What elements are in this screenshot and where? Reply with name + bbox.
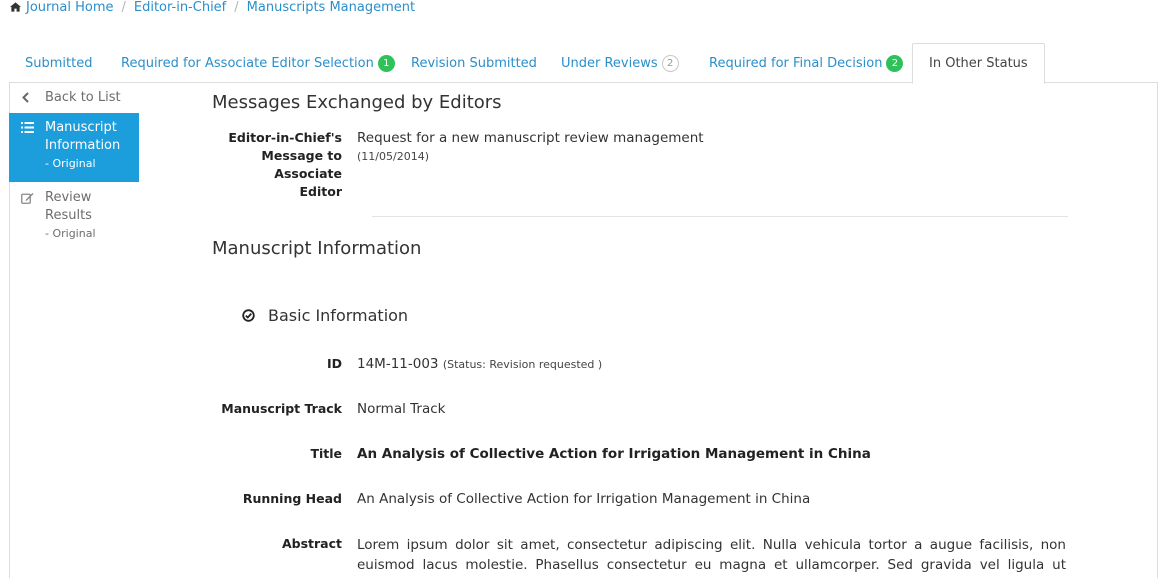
field-value: 14M-11-003 (Status: Revision requested ) — [357, 355, 602, 374]
field-label: Running Head — [242, 491, 342, 506]
tab-label: Under Reviews — [561, 55, 658, 71]
field-value: Lorem ipsum dolor sit amet, consectetur … — [357, 537, 1066, 578]
field-label: Editor-in-Chief's — [228, 130, 342, 145]
field-row-track: Manuscript Track Normal Track — [212, 400, 445, 418]
field-row-abstract: Abstract Lorem ipsum dolor sit amet, con… — [212, 535, 1066, 578]
editor-message-label: Editor-in-Chief's Message to Associate E… — [195, 129, 342, 201]
field-row-id: ID 14M-11-003 (Status: Revision requeste… — [212, 355, 602, 374]
manuscript-id: 14M-11-003 — [357, 356, 439, 372]
field-label: Abstract — [281, 536, 342, 551]
field-row-title: Title An Analysis of Collective Action f… — [212, 445, 871, 463]
tab-label: Submitted — [25, 55, 93, 71]
field-label: Manuscript Track — [221, 401, 342, 416]
main-content: Messages Exchanged by Editors Editor-in-… — [212, 92, 1072, 578]
breadcrumb-manuscripts-management[interactable]: Manuscripts Management — [247, 0, 415, 15]
sidebar-item-label: Review — [45, 190, 92, 205]
count-badge: 2 — [661, 54, 679, 72]
basic-information-heading: Basic Information — [242, 306, 408, 325]
messages-section-title: Messages Exchanged by Editors — [212, 92, 502, 113]
sidebar-item-sublabel: - Original — [45, 227, 96, 240]
sidebar-item-label: Manuscript — [45, 120, 117, 135]
message-text: Request for a new manuscript review mana… — [357, 130, 704, 146]
tab-required-final-decision[interactable]: Required for Final Decision 2 — [693, 43, 919, 83]
count-badge: 2 — [886, 54, 904, 72]
count-badge: 1 — [377, 54, 395, 72]
tab-label: Required for Final Decision — [709, 55, 883, 71]
field-label: ID — [326, 356, 342, 371]
sidebar-item-manuscript-information[interactable]: Manuscript Information - Original — [9, 113, 139, 182]
list-icon — [21, 119, 35, 177]
tab-revision-submitted[interactable]: Revision Submitted — [395, 43, 553, 83]
back-to-list-link[interactable]: Back to List — [9, 83, 139, 113]
editor-message-value: Request for a new manuscript review mana… — [357, 129, 704, 201]
tab-label: Required for Associate Editor Selection — [121, 55, 374, 71]
field-label: Title — [310, 446, 342, 461]
status-tabs: Submitted Required for Associate Editor … — [9, 43, 1158, 84]
basic-information-label: Basic Information — [268, 306, 409, 325]
side-nav: Back to List Manuscript Information - Or… — [9, 83, 139, 248]
editor-message-row: Editor-in-Chief's Message to Associate E… — [195, 129, 704, 201]
tab-under-reviews[interactable]: Under Reviews 2 — [545, 43, 695, 83]
breadcrumb-editor-in-chief[interactable]: Editor-in-Chief — [134, 0, 226, 15]
breadcrumb-journal-home[interactable]: Journal Home — [26, 0, 113, 15]
field-value: Normal Track — [357, 401, 446, 417]
field-value: An Analysis of Collective Action for Irr… — [357, 491, 811, 507]
field-label: Editor — [299, 184, 343, 199]
tab-in-other-status[interactable]: In Other Status — [912, 43, 1045, 84]
back-to-list-label: Back to List — [45, 90, 121, 105]
tab-label: In Other Status — [929, 56, 1028, 71]
manuscript-section-title: Manuscript Information — [212, 238, 422, 259]
manuscript-status: (Status: Revision requested ) — [442, 358, 603, 371]
field-label: Message to Associate — [261, 148, 342, 181]
field-row-running-head: Running Head An Analysis of Collective A… — [212, 490, 810, 508]
sidebar-item-label: Information — [45, 138, 121, 153]
section-divider — [372, 216, 1068, 217]
tab-required-associate-editor-selection[interactable]: Required for Associate Editor Selection … — [105, 43, 411, 83]
sidebar-item-review-results[interactable]: Review Results - Original — [9, 182, 139, 248]
breadcrumb: Journal Home / Editor-in-Chief / Manuscr… — [10, 0, 415, 15]
tab-submitted[interactable]: Submitted — [9, 43, 108, 83]
check-circle-icon — [242, 309, 255, 322]
message-date: (11/05/2014) — [357, 150, 429, 163]
sidebar-item-sublabel: - Original — [45, 157, 96, 170]
breadcrumb-separator: / — [234, 0, 239, 15]
sidebar-item-label: Results — [45, 208, 92, 223]
field-value: An Analysis of Collective Action for Irr… — [357, 446, 871, 462]
home-icon — [10, 2, 21, 12]
tab-label: Revision Submitted — [411, 55, 537, 71]
breadcrumb-separator: / — [121, 0, 126, 15]
edit-icon — [21, 189, 35, 243]
chevron-left-icon — [21, 89, 35, 108]
